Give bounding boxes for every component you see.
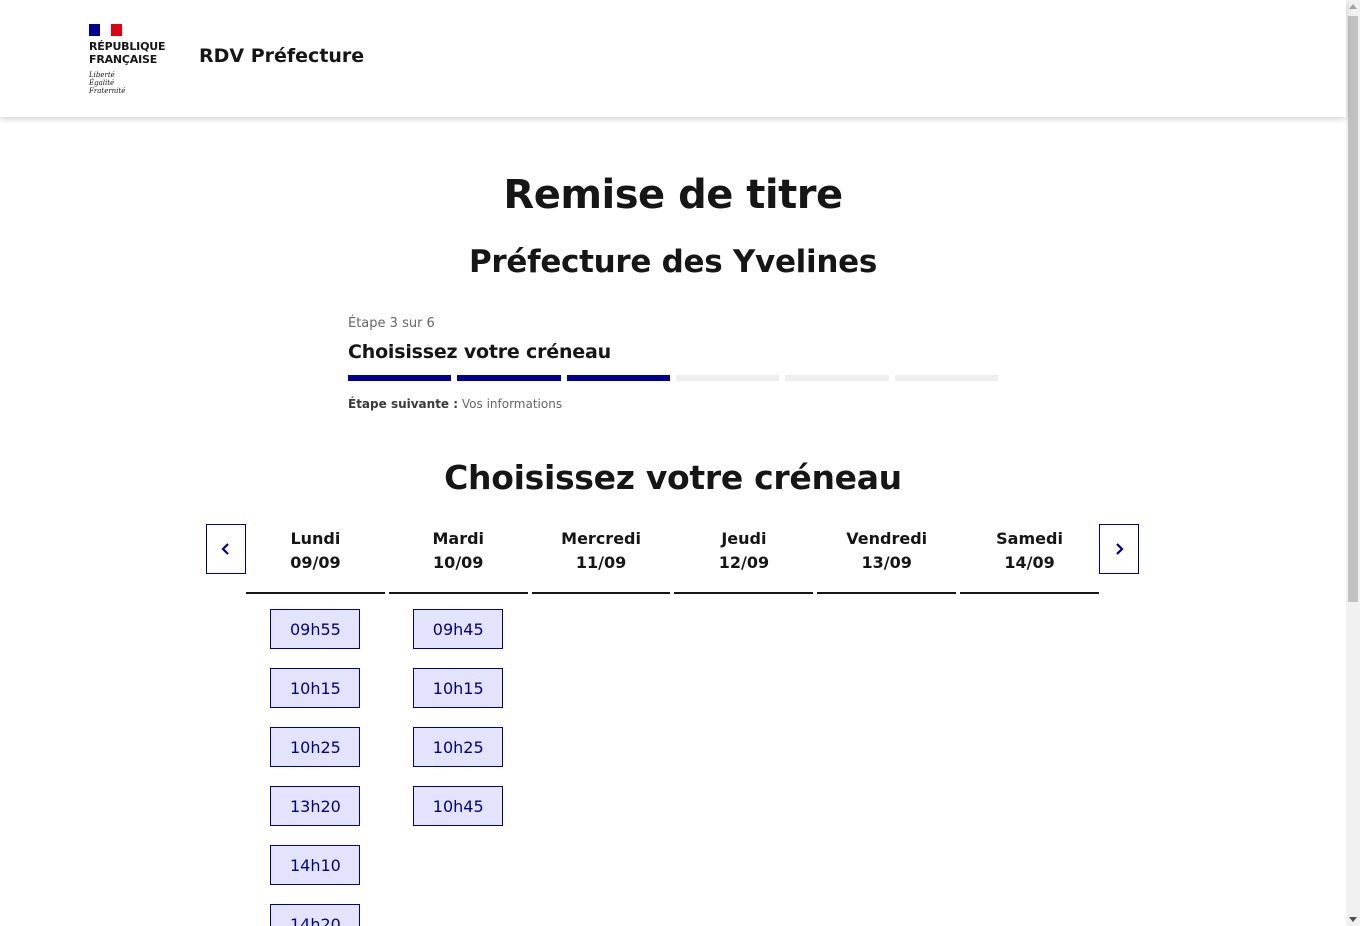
site-header: RÉPUBLIQUE FRANÇAISE Liberté Égalité Fra…: [0, 0, 1346, 117]
next-week-button[interactable]: [1099, 524, 1139, 574]
brand-line-1: RÉPUBLIQUE: [89, 40, 166, 53]
time-slot-button[interactable]: 10h25: [270, 727, 361, 767]
previous-week-button[interactable]: [206, 524, 246, 574]
motto-1: Liberté: [89, 71, 115, 79]
day-name: Mercredi: [561, 529, 641, 548]
stepper-bar: [566, 375, 670, 381]
motto: Liberté Égalité Fraternité: [89, 71, 169, 95]
day-column: Mercredi 11/09: [531, 524, 671, 926]
page-title: Remise de titre: [503, 172, 843, 218]
stepper-progress: [348, 375, 998, 381]
stepper-bar: [785, 375, 889, 381]
day-name: Vendredi: [846, 529, 928, 548]
scroll-thumb[interactable]: [1348, 16, 1358, 602]
stepper-bar: [675, 375, 780, 381]
day-header: Mardi 10/09: [388, 524, 528, 594]
time-slot-button[interactable]: 09h55: [270, 609, 361, 649]
day-column: Jeudi 12/09: [674, 524, 814, 926]
service-title[interactable]: RDV Préfecture: [199, 45, 364, 67]
stepper-current-title: Choisissez votre créneau: [348, 341, 611, 363]
day-name: Mardi: [432, 529, 485, 548]
brand-line-2: FRANÇAISE: [89, 53, 158, 66]
stepper-bar: [457, 375, 561, 381]
day-header: Vendredi 13/09: [817, 524, 957, 594]
republique-francaise-logo[interactable]: RÉPUBLIQUE FRANÇAISE Liberté Égalité Fra…: [89, 24, 169, 95]
stepper-state: Étape 3 sur 6: [348, 316, 435, 331]
marianne-flag-icon: [89, 24, 122, 36]
day-date: 11/09: [575, 553, 627, 572]
day-name: Samedi: [996, 529, 1063, 548]
day-header: Mercredi 11/09: [531, 524, 671, 594]
stepper-next-label: Étape suivante :: [348, 397, 459, 411]
vertical-scrollbar[interactable]: [1346, 0, 1360, 926]
time-slot-button[interactable]: 13h20: [270, 786, 361, 826]
time-slot-button[interactable]: 10h15: [270, 668, 361, 708]
time-slot-button[interactable]: 10h25: [413, 727, 504, 767]
chevron-left-icon: [221, 543, 229, 555]
day-name: Lundi: [290, 529, 341, 548]
day-date: 12/09: [718, 553, 770, 572]
stepper: Étape 3 sur 6 Choisissez votre créneau É…: [348, 316, 998, 411]
time-slot-button[interactable]: 14h10: [270, 845, 361, 885]
motto-3: Fraternité: [89, 87, 126, 95]
stepper-bar: [348, 375, 452, 381]
slot-list: 09h55 10h15 10h25 13h20 14h10 14h20: [246, 609, 385, 926]
stepper-next-step: Étape suivante : Vos informations: [348, 397, 998, 411]
page-subtitle: Préfecture des Yvelines: [469, 244, 877, 280]
time-slot-button[interactable]: 10h45: [413, 786, 504, 826]
day-header: Samedi 14/09: [960, 524, 1099, 594]
day-date: 10/09: [433, 553, 484, 572]
slot-list: 09h45 10h15 10h25 10h45: [389, 609, 528, 826]
brand-text: RÉPUBLIQUE FRANÇAISE: [89, 40, 169, 66]
day-date: 13/09: [861, 553, 912, 572]
day-column: Samedi 14/09: [960, 524, 1099, 926]
day-column: Mardi 10/09 09h45 10h15 10h25 10h45: [388, 524, 528, 926]
day-column: Vendredi 13/09: [817, 524, 957, 926]
day-name: Jeudi: [721, 529, 767, 548]
stepper-bar: [894, 375, 998, 381]
motto-2: Égalité: [89, 79, 115, 87]
scroll-down-icon[interactable]: [1349, 917, 1357, 922]
day-header: Jeudi 12/09: [674, 524, 814, 594]
calendar-days: Lundi 09/09 09h55 10h15 10h25 13h20 14h10 14h20…: [246, 524, 1099, 926]
day-header: Lundi 09/09: [246, 524, 385, 594]
time-slot-button[interactable]: 09h45: [413, 609, 504, 649]
time-slot-button[interactable]: 10h15: [413, 668, 504, 708]
section-title: Choisissez votre créneau: [444, 458, 902, 497]
day-date: 14/09: [1004, 553, 1055, 572]
day-column: Lundi 09/09 09h55 10h15 10h25 13h20 14h10 14h20: [246, 524, 385, 926]
day-date: 09/09: [290, 553, 341, 572]
scroll-up-icon[interactable]: [1349, 4, 1357, 9]
stepper-next-value: Vos informations: [461, 397, 563, 411]
chevron-right-icon: [1116, 543, 1124, 555]
time-slot-button[interactable]: 14h20: [270, 904, 361, 926]
